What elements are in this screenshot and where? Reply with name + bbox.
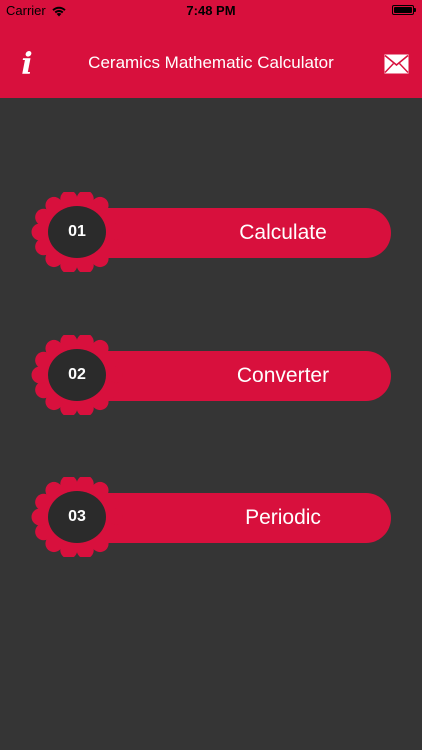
menu-item-calculate[interactable]: Calculate 01 (30, 192, 392, 272)
menu-item-label: Periodic (245, 506, 321, 529)
info-button[interactable]: i (12, 48, 42, 82)
menu-item-label: Calculate (239, 221, 327, 244)
flower-badge: 02 (30, 335, 124, 415)
flower-badge: 01 (30, 192, 124, 272)
status-bar: Carrier 7:48 PM (0, 0, 422, 22)
menu-item-label: Converter (236, 364, 330, 387)
flower-badge: 03 (30, 477, 124, 557)
menu-item-converter[interactable]: Converter 02 (30, 335, 392, 415)
mail-icon (384, 54, 409, 74)
battery-icon (392, 5, 416, 15)
status-time: 7:48 PM (186, 3, 236, 18)
nav-bar: i Ceramics Mathematic Calculator (0, 42, 422, 86)
menu-item-periodic[interactable]: Periodic 03 (30, 477, 392, 557)
page-title: Ceramics Mathematic Calculator (88, 53, 334, 72)
info-icon: i (21, 47, 33, 82)
menu-item-number: 03 (68, 508, 86, 525)
menu-item-number: 02 (68, 366, 86, 383)
mail-button[interactable] (384, 54, 409, 74)
header: Carrier 7:48 PM i Ceramics Mathematic Ca… (0, 0, 422, 98)
menu-item-number: 01 (68, 223, 86, 240)
app-screen: Carrier 7:48 PM i Ceramics Mathematic Ca… (0, 0, 422, 750)
